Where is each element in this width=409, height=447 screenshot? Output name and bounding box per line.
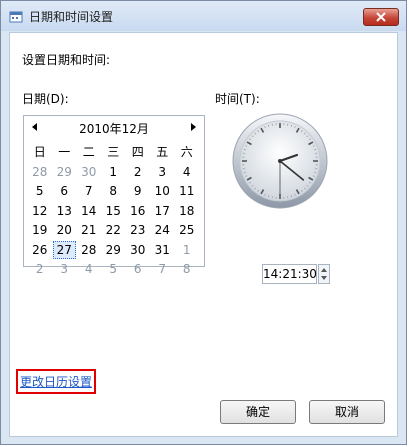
calendar-day[interactable]: 1 [102,163,126,181]
calendar-day[interactable]: 28 [28,163,52,181]
calendar-day[interactable]: 21 [77,221,101,239]
calendar-day[interactable]: 7 [151,260,175,278]
calendar-day[interactable]: 30 [126,241,150,259]
calendar-day[interactable]: 11 [175,182,199,200]
calendar-month-title[interactable]: 2010年12月 [24,120,204,137]
cancel-button[interactable]: 取消 [309,400,385,424]
calendar-day[interactable]: 26 [28,241,52,259]
calendar-day[interactable]: 16 [126,202,150,220]
calendar-day[interactable]: 13 [53,202,77,220]
calendar-day[interactable]: 18 [175,202,199,220]
calendar-day[interactable]: 8 [175,260,199,278]
calendar-day[interactable]: 10 [151,182,175,200]
weekday-header: 三 [107,145,120,159]
calendar-day[interactable]: 3 [151,163,175,181]
time-spinner[interactable] [318,264,330,284]
calendar-day[interactable]: 6 [126,260,150,278]
weekday-header: 日 [33,145,46,159]
calendar-icon [9,11,23,23]
calendar-day[interactable]: 27 [52,240,76,259]
weekday-header: 一 [58,145,71,159]
calendar-header: 2010年12月 [24,116,204,138]
next-month-icon[interactable] [188,122,198,132]
dialog-body: 设置日期和时间: 日期(D): 时间(T): 2010年12月 日一二三四五六 2… [9,32,398,437]
weekday-header: 四 [131,145,144,159]
calendar-day[interactable]: 2 [28,260,52,278]
calendar-day[interactable]: 12 [28,202,52,220]
change-calendar-settings-link[interactable]: 更改日历设置 [16,369,97,394]
weekday-header: 六 [180,145,193,159]
calendar-day[interactable]: 3 [53,260,77,278]
calendar-day[interactable]: 31 [151,241,175,259]
calendar-day[interactable]: 5 [102,260,126,278]
time-label: 时间(T): [215,92,260,106]
calendar-day[interactable]: 29 [53,163,77,181]
close-icon [376,12,386,22]
time-input[interactable]: 14:21:30 [262,264,317,284]
calendar-day[interactable]: 28 [77,241,101,259]
calendar-day[interactable]: 6 [53,182,77,200]
calendar-day[interactable]: 2 [126,163,150,181]
calendar-day[interactable]: 4 [175,163,199,181]
close-button[interactable] [363,8,399,26]
calendar-day[interactable]: 25 [175,221,199,239]
weekday-header: 五 [156,145,169,159]
month-calendar[interactable]: 2010年12月 日一二三四五六 28 29 30 1 2 3 4 5 6 7 8 9 10 11 12 13 1… [23,115,205,276]
window-title: 日期和时间设置 [29,10,114,24]
weekday-header: 二 [82,145,95,159]
spin-down-icon[interactable] [321,276,327,280]
date-time-settings-window: 日期和时间设置 设置日期和时间: 日期(D): 时间(T): 2010年12月 … [0,0,407,445]
calendar-day[interactable]: 20 [53,221,77,239]
calendar-day[interactable]: 1 [175,241,199,259]
calendar-day[interactable]: 9 [126,182,150,200]
calendar-day[interactable]: 4 [77,260,101,278]
calendar-day[interactable]: 7 [77,182,101,200]
calendar-day[interactable]: 5 [28,182,52,200]
calendar-day[interactable]: 17 [151,202,175,220]
calendar-day[interactable]: 29 [102,241,126,259]
dialog-heading: 设置日期和时间: [22,53,111,67]
calendar-day[interactable]: 24 [151,221,175,239]
calendar-day[interactable]: 8 [102,182,126,200]
calendar-day[interactable]: 15 [102,202,126,220]
calendar-day[interactable]: 14 [77,202,101,220]
calendar-day[interactable]: 22 [102,221,126,239]
analog-clock [232,113,328,209]
calendar-day[interactable]: 23 [126,221,150,239]
calendar-day[interactable]: 19 [28,221,52,239]
calendar-day[interactable]: 30 [77,163,101,181]
ok-button[interactable]: 确定 [220,400,296,424]
title-bar: 日期和时间设置 [1,1,406,31]
spin-up-icon[interactable] [321,268,327,272]
date-label: 日期(D): [22,92,69,106]
